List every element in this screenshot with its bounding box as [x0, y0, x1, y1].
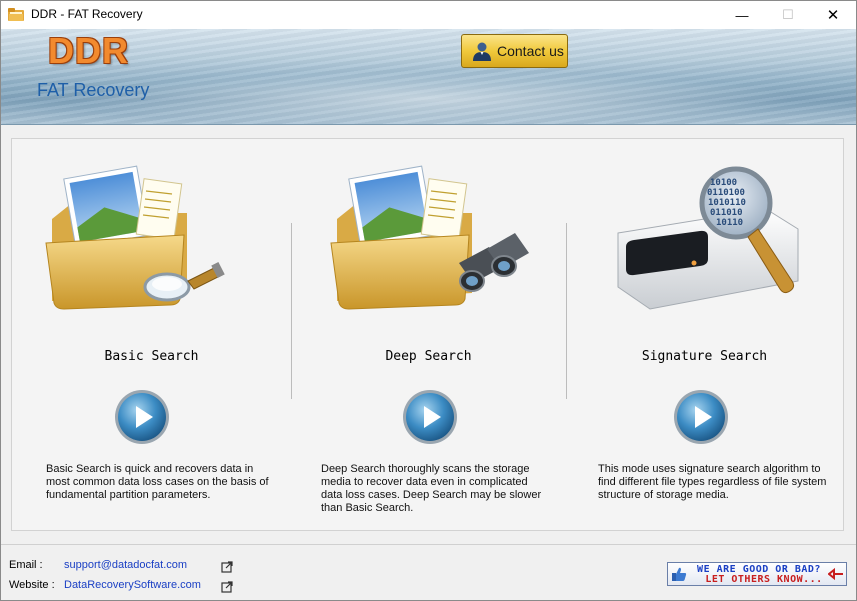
close-button[interactable]: ✕: [810, 1, 856, 29]
close-icon: ✕: [826, 7, 840, 24]
minimize-button[interactable]: —: [719, 1, 765, 29]
website-label: Website :: [9, 579, 55, 591]
external-link-icon[interactable]: [221, 561, 233, 573]
basic-search-column: Basic Search Basic Search is quick and r…: [12, 139, 291, 532]
folder-magnifier-icon: [45, 165, 225, 310]
contact-us-button[interactable]: Contact us: [461, 34, 568, 68]
drive-magnifier-icon: 101000110100101011001101010110: [617, 166, 799, 310]
window-title: DDR - FAT Recovery: [31, 7, 143, 21]
svg-text:10110: 10110: [716, 218, 743, 228]
signature-search-description: This mode uses signature search algorith…: [598, 463, 827, 501]
app-window: DDR - FAT Recovery — ☐ ✕ DDR FAT Recover…: [0, 0, 857, 601]
pointer-hand-icon: [828, 567, 843, 581]
external-link-icon[interactable]: [221, 581, 233, 593]
header-banner: DDR FAT Recovery Contact us: [1, 29, 856, 125]
website-link[interactable]: DataRecoverySoftware.com: [64, 579, 201, 591]
deep-search-title: Deep Search: [385, 349, 472, 364]
search-modes-panel: Basic Search Basic Search is quick and r…: [11, 138, 844, 531]
svg-text:0110100: 0110100: [707, 188, 745, 198]
email-label: Email :: [9, 559, 43, 571]
maximize-button[interactable]: ☐: [765, 1, 811, 29]
basic-search-play-button[interactable]: [114, 389, 170, 445]
signature-search-title: Signature Search: [641, 349, 768, 364]
email-link[interactable]: support@datadocfat.com: [64, 559, 187, 571]
minimize-icon: —: [735, 7, 749, 23]
deep-search-description: Deep Search thoroughly scans the storage…: [321, 463, 542, 514]
contact-us-label: Contact us: [497, 43, 564, 59]
feedback-line-2: LET OTHERS KNOW...: [705, 574, 823, 585]
deep-search-column: Deep Search Deep Search thoroughly scans…: [291, 139, 566, 532]
thumbs-up-icon: [672, 567, 687, 581]
folder-binoculars-icon: [330, 165, 529, 310]
person-icon: [473, 42, 491, 61]
basic-search-title: Basic Search: [104, 349, 199, 364]
svg-text:011010: 011010: [710, 208, 743, 218]
signature-search-column: 10100 0110100 1010110 011010 10110 Signature…: [566, 139, 843, 532]
product-subtitle: FAT Recovery: [37, 80, 150, 100]
deep-search-play-button[interactable]: [402, 389, 458, 445]
svg-text:1010110: 1010110: [708, 198, 746, 208]
footer-divider: [1, 544, 856, 545]
feedback-banner-button[interactable]: WE ARE GOOD OR BAD? LET OTHERS KNOW...: [667, 562, 847, 586]
ddr-logo: DDR: [48, 30, 129, 71]
svg-text:10100: 10100: [710, 178, 737, 188]
signature-search-play-button[interactable]: [673, 389, 729, 445]
app-icon: [8, 8, 24, 21]
title-bar[interactable]: DDR - FAT Recovery — ☐ ✕: [1, 1, 856, 29]
maximize-icon: ☐: [782, 7, 794, 22]
basic-search-description: Basic Search is quick and recovers data …: [46, 463, 269, 501]
